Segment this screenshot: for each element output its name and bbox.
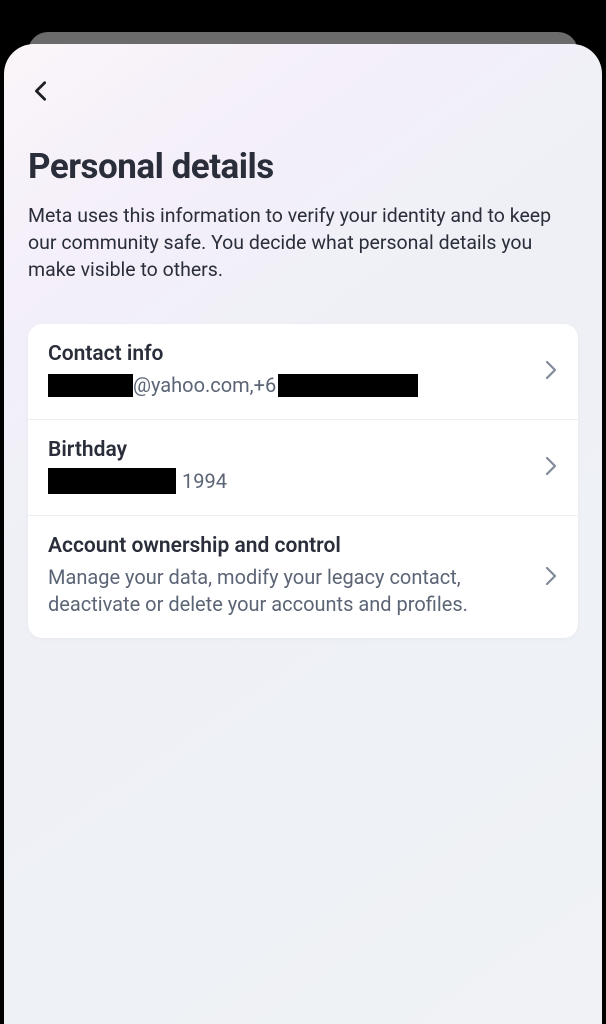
- phone-prefix: +6: [254, 372, 277, 399]
- row-content: Contact info @yahoo.com, +6: [48, 342, 532, 399]
- row-title: Account ownership and control: [48, 534, 532, 558]
- row-birthday[interactable]: Birthday 1994: [28, 420, 578, 516]
- chevron-right-icon: [544, 456, 558, 476]
- redacted-phone: [278, 374, 418, 397]
- chevron-right-icon: [544, 360, 558, 380]
- back-button[interactable]: [28, 74, 54, 108]
- page-title: Personal details: [28, 146, 578, 187]
- row-subtitle: 1994: [48, 468, 532, 495]
- page-description: Meta uses this information to verify you…: [28, 203, 578, 284]
- row-account-ownership[interactable]: Account ownership and control Manage you…: [28, 516, 578, 638]
- row-subtitle: @yahoo.com, +6: [48, 372, 532, 399]
- redacted-email-user: [48, 374, 133, 397]
- row-contact-info[interactable]: Contact info @yahoo.com, +6: [28, 324, 578, 420]
- email-suffix: @yahoo.com,: [133, 372, 254, 399]
- row-content: Account ownership and control Manage you…: [48, 534, 532, 618]
- row-title: Birthday: [48, 438, 532, 462]
- row-subtitle: Manage your data, modify your legacy con…: [48, 564, 532, 618]
- redacted-birthday: [48, 468, 176, 494]
- chevron-right-icon: [544, 566, 558, 586]
- chevron-left-icon: [30, 80, 52, 102]
- birthday-year: 1994: [182, 468, 227, 495]
- settings-sheet: Personal details Meta uses this informat…: [4, 44, 602, 1024]
- settings-card: Contact info @yahoo.com, +6 Birthday 199…: [28, 324, 578, 638]
- row-content: Birthday 1994: [48, 438, 532, 495]
- row-title: Contact info: [48, 342, 532, 366]
